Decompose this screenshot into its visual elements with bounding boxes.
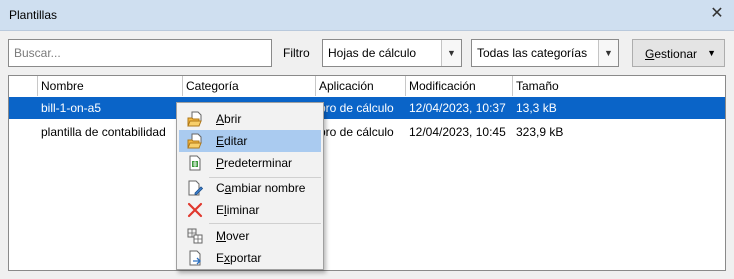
delete-icon: [187, 202, 203, 218]
search-input[interactable]: [8, 39, 272, 67]
chevron-down-icon[interactable]: ▼: [441, 40, 461, 66]
column-header-application[interactable]: Aplicación: [316, 76, 406, 96]
category-filter-select[interactable]: Todas las categorías ▼: [471, 39, 619, 67]
application-filter-value: Hojas de cálculo: [328, 46, 417, 60]
window-title: Plantillas: [9, 8, 58, 22]
menu-item-label: Eliminar: [216, 203, 260, 217]
menu-item-open[interactable]: Abrir: [179, 108, 321, 130]
menu-item-label: Exportar: [216, 251, 262, 265]
cell-modified: 12/04/2023, 10:37: [409, 101, 506, 115]
menu-item-move[interactable]: Mover: [179, 225, 321, 247]
manage-button[interactable]: Gestionar ▼: [632, 39, 725, 67]
menu-item-label: Editar: [216, 134, 248, 148]
menu-item-label: Mover: [216, 229, 250, 243]
cell-size: 323,9 kB: [516, 125, 564, 139]
menu-item-label: Cambiar nombre: [216, 181, 306, 195]
cell-modified: 12/04/2023, 10:45: [409, 125, 506, 139]
list-header: Nombre Categoría Aplicación Modificación…: [9, 76, 725, 98]
menu-item-delete[interactable]: Eliminar: [179, 199, 321, 221]
cell-application: bro de cálculo: [319, 125, 394, 139]
set-default-icon: [187, 155, 203, 171]
column-header-category[interactable]: Categoría: [183, 76, 316, 96]
column-header-modified[interactable]: Modificación: [406, 76, 513, 96]
table-row[interactable]: bill-1-on-a5 bro de cálculo 12/04/2023, …: [9, 97, 725, 119]
menu-item-rename[interactable]: Cambiar nombre: [179, 177, 321, 199]
export-icon: [187, 250, 203, 266]
chevron-down-icon[interactable]: ▼: [598, 40, 618, 66]
filter-label: Filtro: [283, 46, 310, 60]
menu-item-label: Predeterminar: [216, 156, 293, 170]
column-header-size[interactable]: Tamaño: [513, 76, 725, 96]
edit-document-icon: [187, 133, 203, 149]
cell-name: bill-1-on-a5: [41, 101, 102, 115]
toolbar: Filtro Hojas de cálculo ▼ Todas las cate…: [0, 31, 734, 75]
rename-icon: [187, 180, 204, 196]
header-spacer: [9, 76, 38, 96]
title-bar: Plantillas ✕: [0, 0, 734, 31]
dropdown-arrow-icon: ▼: [707, 48, 716, 58]
cell-size: 13,3 kB: [516, 101, 557, 115]
column-header-name[interactable]: Nombre: [38, 76, 183, 96]
open-folder-icon: [187, 111, 203, 127]
manage-button-label: Gestionar: [645, 47, 698, 61]
application-filter-select[interactable]: Hojas de cálculo ▼: [322, 39, 462, 67]
cell-application: bro de cálculo: [319, 101, 394, 115]
cell-name: plantilla de contabilidad: [41, 125, 166, 139]
menu-item-edit[interactable]: Editar: [179, 130, 321, 152]
table-row[interactable]: plantilla de contabilidad bro de cálculo…: [9, 121, 725, 143]
move-icon: [187, 228, 203, 244]
category-filter-value: Todas las categorías: [477, 46, 588, 60]
close-icon[interactable]: ✕: [708, 5, 726, 23]
menu-item-label: Abrir: [216, 112, 242, 126]
menu-item-export[interactable]: Exportar: [179, 247, 321, 269]
template-list[interactable]: Nombre Categoría Aplicación Modificación…: [8, 75, 726, 271]
menu-separator: [209, 223, 321, 224]
context-menu: Abrir Editar Predeterminar Cambiar nombr…: [176, 102, 324, 270]
menu-item-set-default[interactable]: Predeterminar: [179, 152, 321, 174]
